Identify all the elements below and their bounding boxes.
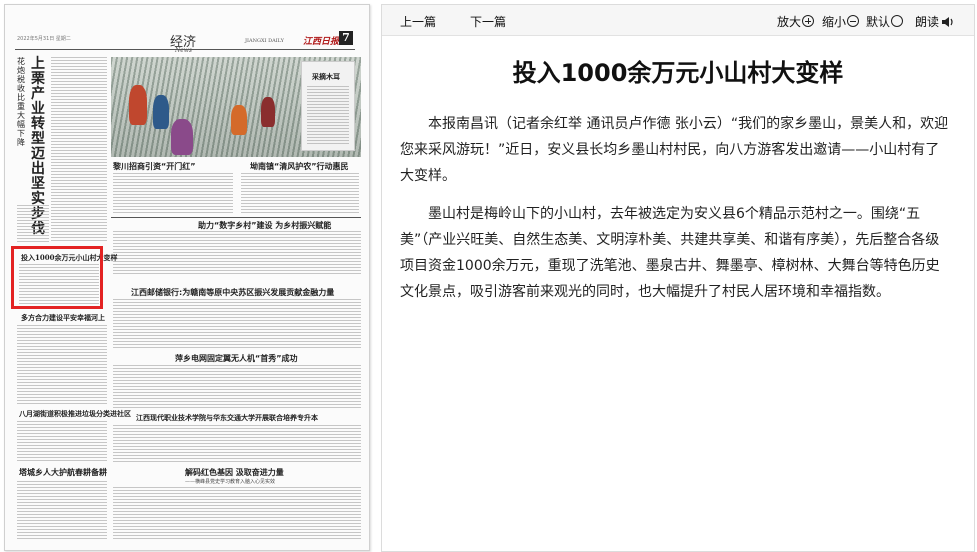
headline-bank: 江西邮储银行:为赣南等原中央苏区振兴发展贡献金融力量 [131,288,335,297]
headline-drone: 萍乡电网固定翼无人机“首秀”成功 [175,354,298,363]
headline-waste-sorting: 八月湖街道积极推进垃圾分类进社区 [19,409,131,418]
date-line: 2022年5月31日 星期二 [17,36,71,42]
photo-caption-box: 采摘木耳 [301,61,355,151]
default-size-label: 默认 [866,15,891,29]
zoom-out-button[interactable]: 缩小 [822,13,860,30]
page-number: 7 [339,31,353,45]
zoom-in-button[interactable]: 放大 [777,13,815,30]
newspaper-page-thumbnail: 2022年5月31日 星期二 经济 News JIANGXI DAILY 江西日… [4,4,370,551]
zoom-out-icon [847,15,860,27]
subhead-red-gene: ——横峰县党史学习教育入脑入心见实效 [185,479,276,485]
reader-toolbar: 上一篇 下一篇 放大 缩小 默认 朗读 [382,5,974,36]
masthead-english: JIANGXI DAILY [245,38,284,44]
masthead-logo: 江西日报 [303,37,340,47]
vertical-subhead: 花炮税收比重大幅下降 [17,57,25,147]
headline-red-gene: 解码红色基因 汲取奋进力量 [185,468,284,477]
headline-banner-digital: 助力“数字乡村”建设 为乡村振兴赋能 [198,221,332,230]
zoom-in-label: 放大 [777,15,802,29]
article-paragraph-1: 本报南昌讯（记者余红举 通讯员卢作德 张小云）“我们的家乡墨山，景美人和，欢迎您… [400,116,949,184]
headline-right-top: 坳南镇“清风护农”行动惠民 [250,162,349,171]
headline-college: 江西现代职业技术学院与华东交通大学开展联合培养专升本 [136,414,318,422]
prev-article-link[interactable]: 上一篇 [400,13,436,30]
headline-spring-farming: 塔城乡人大护航春耕备耕 [19,467,107,477]
read-aloud-button[interactable]: 朗读 [915,13,955,30]
farm-photo: 采摘木耳 [111,57,361,157]
default-size-button[interactable]: 默认 [866,13,904,30]
read-aloud-label: 朗读 [915,15,940,29]
selected-article-marker[interactable] [11,246,103,309]
article-paragraph-2: 墨山村是梅岭山下的小山村，去年被选定为安义县6个精品示范村之一。围绕“五美”（产… [400,206,940,300]
headline-safety: 多方合力建设平安幸福河上 [21,313,105,322]
headline-left-top: 黎川招商引资“开门红” [113,162,196,171]
zoom-out-label: 缩小 [822,15,847,29]
photo-caption: 采摘木耳 [312,72,340,81]
next-article-link[interactable]: 下一篇 [470,13,506,30]
zoom-in-icon [802,15,815,27]
article-title: 投入1000余万元小山村大变样 [512,59,844,87]
article-pane: 上一篇 下一篇 放大 缩小 默认 朗读 投入1000余万元小山村大变样 本报南昌… [381,4,975,552]
default-icon [891,15,904,27]
speaker-icon [941,16,955,28]
